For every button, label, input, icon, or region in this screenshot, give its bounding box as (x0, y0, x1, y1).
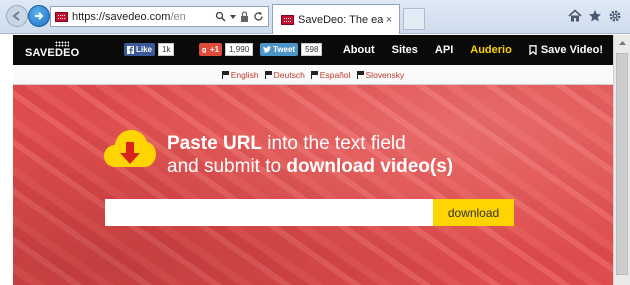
facebook-like-count: 1k (158, 43, 175, 56)
lang-deutsch[interactable]: Deutsch (264, 69, 305, 80)
flag-icon (356, 71, 364, 79)
lock-icon[interactable] (240, 11, 249, 22)
headline-bold-1: Paste URL (167, 133, 263, 154)
url-input[interactable] (105, 199, 433, 226)
twitter-bird-icon (263, 46, 271, 53)
lang-deutsch-label: Deutsch (273, 69, 305, 80)
logo-text: SAVEDEO (25, 47, 80, 59)
google-plus-label: +1 (210, 45, 220, 54)
forward-button[interactable] (28, 5, 50, 27)
cloud-download-icon (104, 130, 156, 167)
tweet-button[interactable]: Tweet (260, 43, 299, 56)
tab-close-icon[interactable]: × (383, 14, 395, 26)
flag-icon (264, 71, 272, 79)
menu-about[interactable]: About (343, 44, 375, 56)
facebook-icon (127, 45, 134, 54)
hero-headline: Paste URL into the text field and submit… (167, 132, 453, 178)
search-icon[interactable] (215, 11, 226, 22)
flag-icon (221, 71, 229, 79)
scroll-thumb[interactable] (616, 53, 628, 275)
refresh-icon[interactable] (253, 11, 264, 22)
headline-bold-2: download video(s) (286, 156, 454, 177)
back-icon (12, 11, 20, 21)
menu-api[interactable]: API (435, 44, 453, 56)
new-tab-button[interactable] (403, 8, 425, 30)
logo[interactable]: SAVEDEO (25, 41, 79, 61)
twitter-tweet[interactable]: Tweet 598 (260, 43, 323, 56)
google-plus-icon: g (202, 47, 206, 53)
menu-save-video[interactable]: Save Video! (529, 44, 603, 56)
star-icon[interactable] (588, 9, 602, 23)
gear-icon[interactable] (608, 9, 622, 23)
menu-save-video-label: Save Video! (540, 44, 603, 56)
svg-text:g: g (202, 47, 206, 53)
scroll-up-arrow-icon (618, 41, 626, 45)
site-favicon-icon (55, 11, 68, 22)
language-bar: English Deutsch Español Slovensky (13, 65, 613, 85)
menu-auderio[interactable]: Auderio (470, 44, 512, 56)
hero-section: Paste URL into the text field and submit… (13, 85, 613, 285)
menu-sites[interactable]: Sites (392, 44, 418, 56)
back-button[interactable] (6, 5, 28, 27)
facebook-like-label: Like (136, 45, 153, 54)
browser-toolbar: https://savedeo.com/en SaveDeo: The easi… (0, 0, 630, 34)
home-icon[interactable] (568, 9, 582, 23)
dropdown-icon[interactable] (230, 14, 236, 19)
flag-icon (310, 71, 318, 79)
tab-title: SaveDeo: The easiest way... (298, 13, 383, 26)
tab-favicon-icon (281, 14, 294, 25)
url-host: https://savedeo.com (72, 10, 171, 23)
lang-english[interactable]: English (221, 69, 259, 80)
headline-line-2: and submit to download video(s) (167, 155, 453, 178)
page-scrollbar[interactable] (613, 35, 630, 285)
google-plus-button[interactable]: g +1 (199, 43, 223, 56)
facebook-like-button[interactable]: Like (124, 43, 156, 56)
headline-line-1: Paste URL into the text field (167, 132, 453, 155)
lang-slovensky-label: Slovensky (365, 69, 405, 80)
address-bar[interactable]: https://savedeo.com/en (50, 6, 269, 27)
lang-slovensky[interactable]: Slovensky (356, 69, 405, 80)
download-button[interactable]: download (433, 199, 514, 226)
hero-background (13, 85, 613, 285)
tweet-label: Tweet (273, 45, 296, 54)
site-navbar: SAVEDEO Like 1k g +1 1,990 Tweet 598 Abo… (13, 35, 613, 65)
lang-english-label: English (230, 69, 259, 80)
url-form: download (105, 199, 514, 226)
lang-espanol[interactable]: Español (310, 69, 351, 80)
main-menu: About Sites API Auderio Save Video! (343, 35, 613, 65)
address-text[interactable]: https://savedeo.com/en (72, 11, 215, 23)
bookmark-icon (529, 45, 537, 55)
google-plus-count: 1,990 (225, 43, 254, 56)
forward-icon (35, 12, 44, 20)
google-plus-one[interactable]: g +1 1,990 (199, 43, 254, 56)
headline-text-2: and submit to (167, 156, 287, 177)
tweet-count: 598 (301, 43, 323, 56)
lang-espanol-label: Español (319, 69, 351, 80)
headline-text-1: into the text field (262, 133, 406, 154)
url-path: /en (170, 10, 186, 23)
facebook-like[interactable]: Like 1k (124, 43, 175, 56)
scroll-up-button[interactable] (614, 35, 630, 51)
browser-tab[interactable]: SaveDeo: The easiest way... × (272, 4, 400, 34)
